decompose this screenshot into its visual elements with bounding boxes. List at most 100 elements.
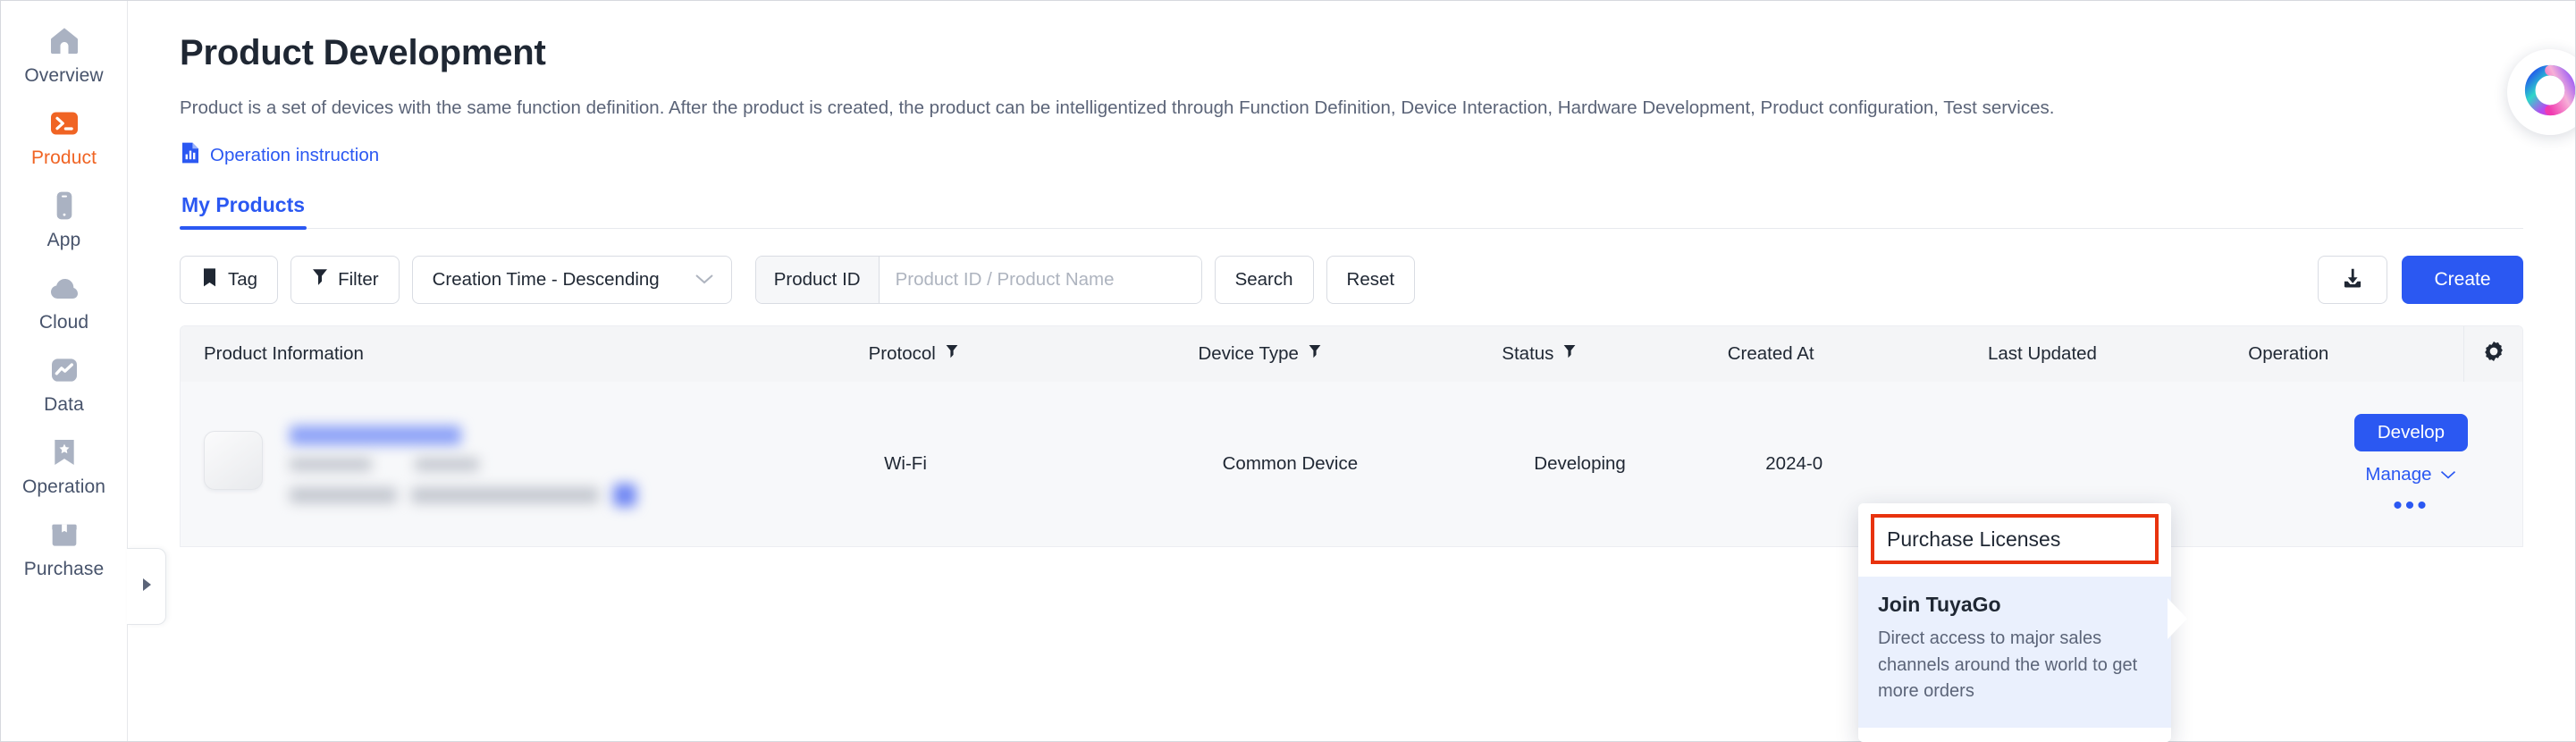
search-field-selector[interactable]: Product ID	[755, 257, 880, 304]
filter-label: Filter	[338, 269, 379, 291]
app-root: Overview Product App Cloud Data Operatio…	[0, 0, 2576, 742]
download-icon	[2340, 266, 2365, 295]
create-button[interactable]: Create	[2402, 256, 2523, 305]
sort-label: Creation Time - Descending	[432, 269, 660, 291]
reset-button-label: Reset	[1346, 269, 1395, 291]
sidebar-item-purchase[interactable]: Purchase	[1, 507, 127, 589]
products-table: Product Information Protocol Device Type…	[180, 325, 2523, 548]
toolbar-right-group: Create	[2318, 256, 2523, 305]
funnel-icon[interactable]	[945, 343, 959, 366]
sidebar-item-label: Product	[30, 148, 97, 168]
bookmark-star-icon	[46, 434, 83, 471]
export-button[interactable]	[2318, 256, 2387, 305]
sidebar-item-product[interactable]: Product	[1, 96, 127, 178]
table-settings-button[interactable]	[2462, 326, 2522, 383]
funnel-icon[interactable]	[1308, 343, 1322, 366]
sidebar-item-label: Data	[44, 394, 84, 415]
cell-operation: Develop Manage •••	[2300, 414, 2522, 519]
column-label: Status	[1502, 343, 1554, 365]
cell-product-information	[181, 409, 884, 519]
phone-icon	[46, 187, 83, 224]
tab-label: My Products	[181, 193, 306, 217]
box-icon	[46, 516, 83, 553]
gear-icon	[2482, 340, 2505, 368]
filter-button[interactable]: Filter	[290, 256, 400, 305]
sidebar-item-app[interactable]: App	[1, 178, 127, 260]
tag-button[interactable]: Tag	[180, 256, 279, 305]
column-label: Protocol	[868, 343, 936, 365]
funnel-icon[interactable]	[1562, 343, 1577, 366]
bookmark-icon	[200, 267, 219, 293]
main-content: Product Development Product is a set of …	[128, 1, 2575, 741]
table-row[interactable]: Wi-Fi Common Device Developing 2024-0 De…	[181, 382, 2522, 548]
column-header-device-type[interactable]: Device Type	[1197, 343, 1501, 366]
reset-button[interactable]: Reset	[1326, 256, 1416, 305]
table-toolbar: Tag Filter Creation Time - Descending Pr…	[180, 256, 2523, 305]
search-button[interactable]: Search	[1214, 256, 1314, 305]
column-label: Last Updated	[1988, 343, 2097, 365]
join-tuyago-menu-item[interactable]: Join TuyaGo Direct access to major sales…	[1858, 577, 2171, 728]
column-label: Device Type	[1198, 343, 1299, 365]
cell-protocol: Wi-Fi	[884, 453, 927, 475]
cell-device-type: Common Device	[1222, 453, 1359, 475]
operation-instruction-label: Operation instruction	[210, 145, 380, 166]
copy-icon-redacted	[613, 483, 636, 507]
page-description: Product is a set of devices with the sam…	[180, 97, 2055, 118]
search-prefix-label: Product ID	[773, 269, 861, 291]
sidebar-item-label: Operation	[21, 476, 106, 497]
sidebar-item-label: Cloud	[38, 312, 89, 333]
more-actions-button[interactable]: •••	[2393, 493, 2429, 519]
popup-header: Purchase Licenses	[1858, 503, 2171, 578]
product-meta-redacted	[415, 457, 479, 471]
product-id-value-redacted	[411, 486, 599, 503]
page-title: Product Development	[180, 33, 546, 72]
column-header-created-at[interactable]: Created At	[1726, 343, 1986, 365]
purchase-licenses-menu-item[interactable]: Purchase Licenses	[1871, 514, 2159, 565]
column-header-status[interactable]: Status	[1500, 343, 1725, 366]
purchase-licenses-popup: Purchase Licenses Join TuyaGo Direct acc…	[1858, 503, 2171, 742]
column-label: Product Information	[204, 343, 364, 365]
search-input[interactable]	[879, 257, 1201, 304]
column-label: Created At	[1727, 343, 1814, 365]
popup-footer	[1858, 728, 2171, 742]
product-id-label-redacted	[290, 486, 397, 503]
sidebar-item-cloud[interactable]: Cloud	[1, 260, 127, 342]
product-meta-redacted	[290, 457, 372, 471]
product-details-redacted	[290, 425, 636, 519]
sidebar-item-operation[interactable]: Operation	[1, 425, 127, 507]
column-header-last-updated[interactable]: Last Updated	[1986, 343, 2246, 365]
join-tuyago-title: Join TuyaGo	[1878, 593, 2001, 617]
operation-instruction-link[interactable]: Operation instruction	[180, 141, 379, 170]
sidebar-item-overview[interactable]: Overview	[1, 13, 127, 96]
triangle-right-icon	[138, 574, 156, 600]
column-header-operation: Operation	[2246, 343, 2463, 365]
product-thumbnail	[204, 430, 263, 490]
ai-swirl-icon	[2522, 63, 2575, 122]
column-header-protocol[interactable]: Protocol	[867, 343, 1197, 366]
cell-created-at: 2024-0	[1765, 453, 1823, 475]
cloud-icon	[46, 269, 83, 307]
chevron-down-icon	[694, 269, 715, 291]
terminal-icon	[46, 105, 83, 142]
manage-dropdown[interactable]: Manage	[2365, 464, 2456, 485]
sidebar-item-data[interactable]: Data	[1, 342, 127, 425]
sidebar-collapse-button[interactable]	[127, 548, 166, 625]
product-name-redacted	[290, 425, 461, 445]
develop-button[interactable]: Develop	[2353, 414, 2469, 452]
sort-dropdown[interactable]: Creation Time - Descending	[411, 256, 732, 305]
cell-status: Developing	[1534, 453, 1626, 475]
column-header-product-information[interactable]: Product Information	[181, 343, 867, 365]
table-header-row: Product Information Protocol Device Type…	[181, 326, 2522, 383]
tab-bar: My Products	[180, 193, 2523, 231]
chevron-down-icon	[2439, 464, 2457, 485]
tab-my-products[interactable]: My Products	[180, 193, 307, 231]
search-button-label: Search	[1234, 269, 1293, 291]
manage-label: Manage	[2365, 464, 2432, 485]
document-chart-icon	[180, 141, 201, 170]
search-group: Product ID	[754, 256, 1202, 305]
sidebar-item-label: Overview	[24, 65, 104, 86]
sidebar: Overview Product App Cloud Data Operatio…	[1, 1, 166, 741]
home-icon	[46, 22, 83, 60]
funnel-icon	[311, 267, 329, 293]
sidebar-item-label: Purchase	[23, 559, 105, 579]
